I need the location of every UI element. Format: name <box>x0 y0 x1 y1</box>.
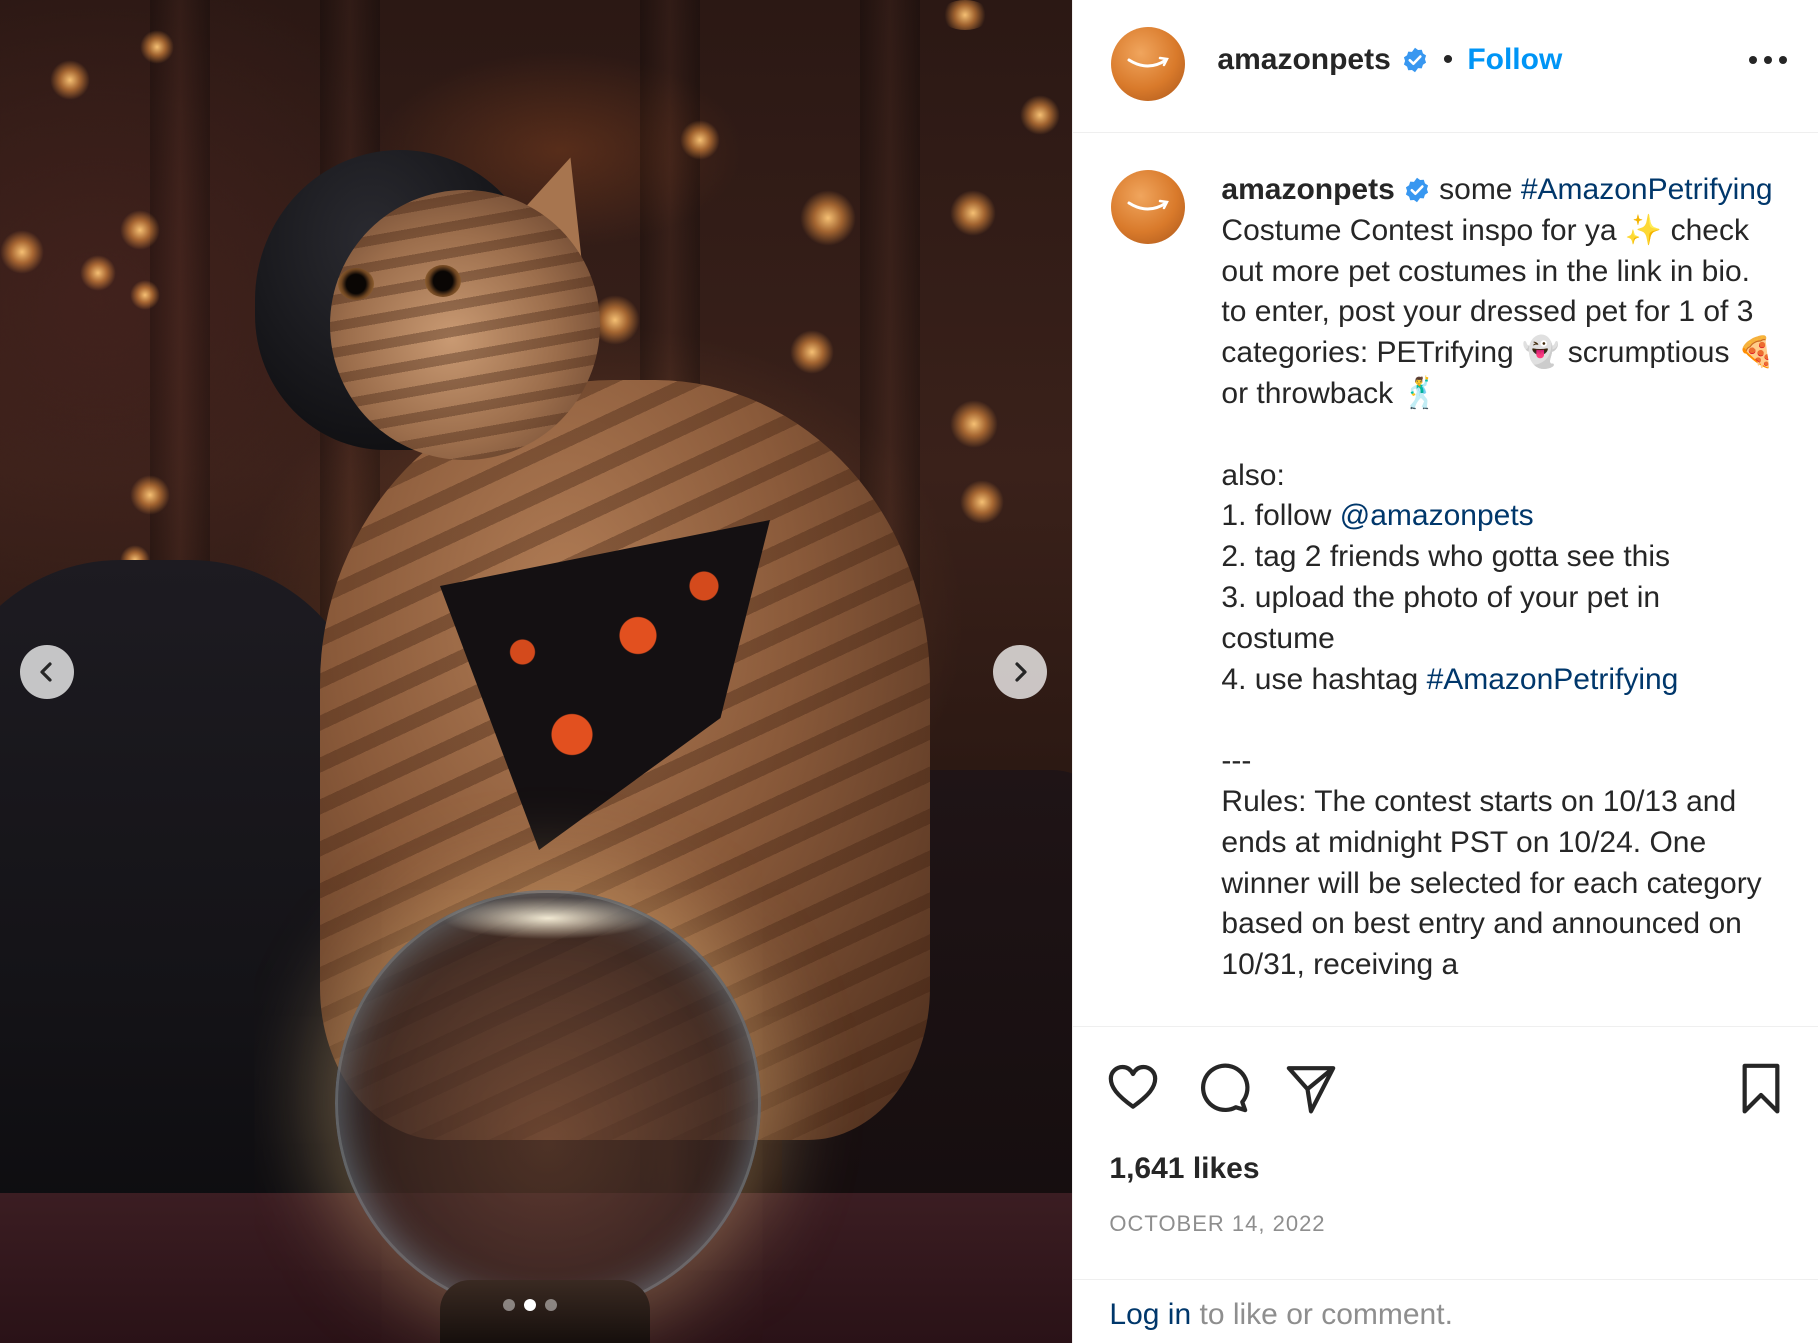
heart-icon <box>1109 1064 1158 1109</box>
bokeh-light <box>800 190 856 246</box>
previous-slide-button[interactable] <box>20 645 74 699</box>
bokeh-light <box>80 255 116 291</box>
caption-text: some <box>1430 173 1521 206</box>
carousel-dot <box>503 1299 515 1311</box>
post-header: amazonpets • Follow <box>1073 0 1818 133</box>
caption-section: amazonpets some #AmazonPetrifying Costum… <box>1073 133 1818 1027</box>
login-link[interactable]: Log in <box>1109 1298 1191 1331</box>
action-bar <box>1073 1060 1818 1116</box>
crystal-ball <box>335 890 761 1316</box>
carousel-indicator <box>503 1299 557 1311</box>
post-date[interactable]: OCTOBER 14, 2022 <box>1109 1211 1325 1237</box>
bokeh-light <box>940 0 990 30</box>
cat-eye <box>425 265 461 297</box>
chevron-right-icon <box>1015 662 1027 682</box>
comment-button[interactable] <box>1195 1060 1251 1116</box>
post-photo <box>0 0 1073 1343</box>
share-button[interactable] <box>1283 1060 1339 1116</box>
smile-logo-icon <box>1127 199 1170 211</box>
next-slide-button[interactable] <box>993 645 1047 699</box>
login-prompt: Log in to like or comment. <box>1073 1279 1818 1344</box>
avatar[interactable] <box>1111 27 1186 101</box>
cat-head <box>330 190 600 460</box>
verified-icon <box>1405 177 1428 203</box>
hashtag-link[interactable]: #AmazonPetrifying <box>1521 173 1773 206</box>
more-options-button[interactable] <box>1748 52 1788 70</box>
caption-username[interactable]: amazonpets <box>1221 173 1394 206</box>
separator-dot: • <box>1442 43 1454 76</box>
save-button[interactable] <box>1733 1060 1789 1116</box>
avatar[interactable] <box>1111 170 1186 244</box>
chevron-left-icon <box>40 662 52 682</box>
login-text: to like or comment. <box>1191 1298 1453 1331</box>
post-caption: amazonpets some #AmazonPetrifying Costum… <box>1221 170 1781 986</box>
bokeh-light <box>140 30 174 64</box>
post-sidebar: amazonpets • Follow amazonpets some #Ama… <box>1072 0 1818 1343</box>
hashtag-link[interactable]: #AmazonPetrifying <box>1427 663 1679 696</box>
bokeh-light <box>790 330 834 374</box>
login-line: Log in to like or comment. <box>1109 1298 1453 1332</box>
mention-link[interactable]: @amazonpets <box>1340 499 1534 532</box>
more-icon <box>1749 56 1788 64</box>
crystal-ball-stand <box>440 1280 650 1343</box>
instagram-post: amazonpets • Follow amazonpets some #Ama… <box>0 0 1818 1343</box>
like-count[interactable]: 1,641 likes <box>1109 1152 1259 1186</box>
follow-button[interactable]: Follow <box>1467 43 1562 77</box>
bokeh-light <box>960 480 1004 524</box>
caption-text: --- Rules: The contest starts on 10/13 a… <box>1221 744 1762 982</box>
caption-text: Costume Contest inspo for ya ✨ check out… <box>1221 213 1776 533</box>
bokeh-light <box>680 120 720 160</box>
bokeh-light <box>950 190 996 236</box>
bokeh-light <box>0 230 44 274</box>
bookmark-icon <box>1742 1063 1780 1114</box>
carousel-dot <box>545 1299 557 1311</box>
verified-icon <box>1403 47 1426 73</box>
bokeh-light <box>950 400 998 448</box>
bokeh-light <box>130 280 160 310</box>
smile-logo-icon <box>1127 56 1170 68</box>
cat-eye <box>338 268 374 300</box>
bokeh-light <box>50 60 90 100</box>
bokeh-light <box>1020 95 1060 135</box>
bokeh-light <box>120 210 160 250</box>
header-username[interactable]: amazonpets <box>1217 43 1390 77</box>
carousel-dot <box>524 1299 536 1311</box>
comment-icon <box>1201 1063 1250 1113</box>
bokeh-light <box>130 475 170 515</box>
like-button[interactable] <box>1105 1060 1161 1116</box>
header-user-row: amazonpets • Follow <box>1217 43 1562 77</box>
share-icon <box>1287 1066 1336 1114</box>
